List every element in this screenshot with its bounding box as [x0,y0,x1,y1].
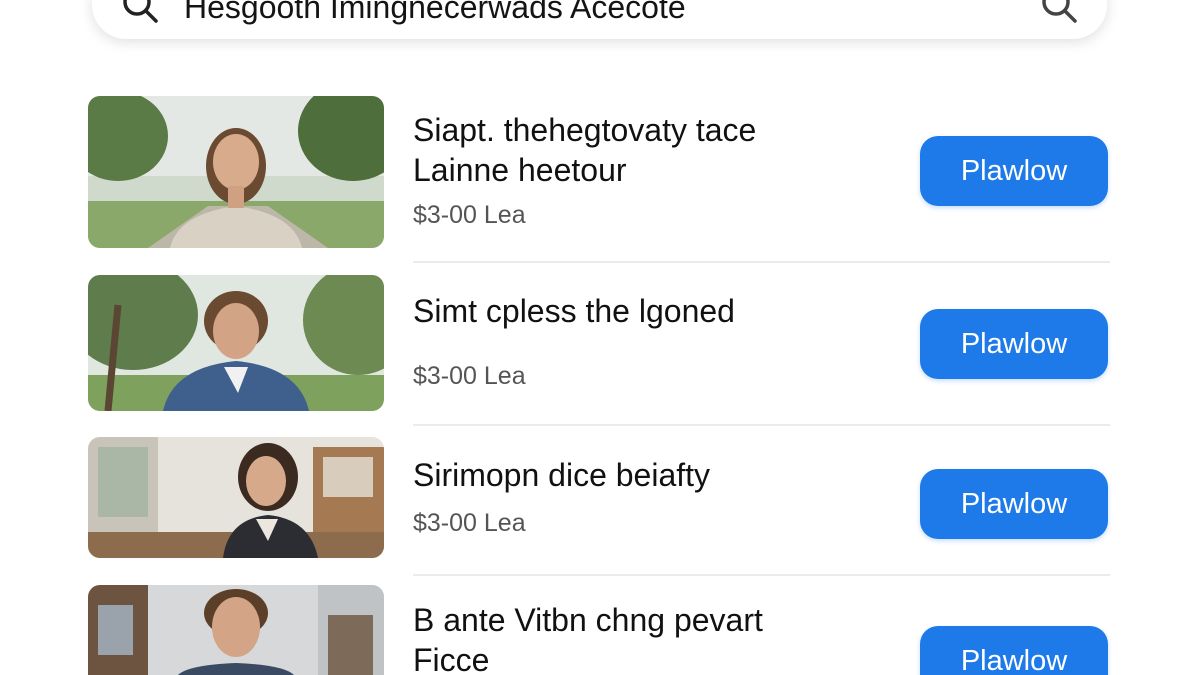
result-title-line: Ficce [413,642,490,675]
result-thumbnail[interactable] [88,275,384,411]
results-page: Hesgooth Imingnecerwads Acecote Siapt. t… [0,0,1200,675]
result-thumbnail[interactable] [88,585,384,675]
search-icon[interactable] [122,0,162,34]
result-action-button[interactable]: Plawlow [920,626,1108,675]
search-input[interactable]: Hesgooth Imingnecerwads Acecote [184,0,686,27]
result-title-line: Siapt. thehegtovaty tace [413,112,757,148]
search-bar[interactable]: Hesgooth Imingnecerwads Acecote [92,0,1107,39]
divider [413,424,1110,426]
divider [413,574,1110,576]
result-title[interactable]: Siapt. thehegtovaty tace Lainne heetour [413,110,883,190]
result-title[interactable]: Sirimopn dice beiafty [413,455,883,495]
result-title[interactable]: Simt cpless the lgoned [413,291,883,331]
result-action-button[interactable]: Plawlow [920,136,1108,206]
result-title-line: Sirimopn dice beiafty [413,457,711,493]
result-title-line: B ante Vitbn chng pevart [413,602,763,638]
result-thumbnail[interactable] [88,96,384,248]
result-price: $3-00 Lea [413,509,526,537]
result-action-button[interactable]: Plawlow [920,469,1108,539]
divider [413,261,1110,263]
result-action-button[interactable]: Plawlow [920,309,1108,379]
search-icon[interactable] [1039,0,1079,34]
result-title[interactable]: B ante Vitbn chng pevart Ficce [413,600,883,675]
result-price: $3-00 Lea [413,201,526,229]
result-title-line: Simt cpless the lgoned [413,293,735,329]
result-thumbnail[interactable] [88,437,384,558]
result-price: $3-00 Lea [413,362,526,390]
result-title-line: Lainne heetour [413,152,627,188]
